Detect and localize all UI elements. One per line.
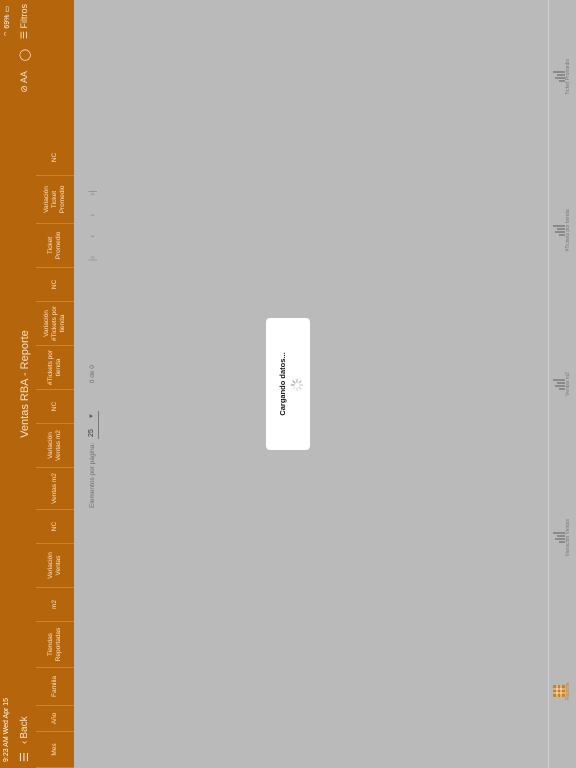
column-header[interactable]: Variación #Tickets por tienda (36, 302, 74, 346)
filter-list-icon: ☰ (18, 31, 29, 40)
tab-label: Reporte (565, 682, 571, 701)
loading-label: Cargando datos... (278, 352, 287, 416)
column-header[interactable]: Variación Ventas m2 (36, 424, 74, 468)
tab-label: #Tickets por tienda (565, 209, 571, 252)
tab-bar: Reporte Variación Ventas Ventas m2 #Tickets… (548, 0, 576, 768)
tab-label: Variación Ventas (565, 519, 571, 557)
status-time-date: 9:23 AM Wed Apr 15 (3, 697, 10, 762)
tab-item[interactable]: Reporte (549, 614, 576, 768)
table-header: Mes Año Familia Tiendas Reportadas m2 Variaci… (36, 0, 74, 768)
column-header[interactable]: NC (36, 268, 74, 302)
spinner-icon (290, 378, 304, 392)
column-header[interactable]: Tiendas Reportadas (36, 622, 74, 668)
eye-off-icon: ⊘ (18, 85, 29, 93)
column-header[interactable]: NC (36, 140, 74, 176)
battery-indicator: ⌔ 69% ▭ (3, 6, 12, 37)
per-page-label: Elementos por página: (88, 442, 96, 508)
status-bar: 9:23 AM Wed Apr 15 ⌔ 69% ▭ (0, 0, 14, 768)
next-page-icon[interactable]: › (87, 214, 97, 217)
font-size-button[interactable]: ⊘ AA (19, 71, 30, 93)
battery-percent: 69% (4, 14, 11, 29)
grid-icon (553, 685, 565, 698)
per-page-value: 25 (88, 429, 95, 437)
column-header[interactable]: NC (36, 510, 74, 544)
first-page-icon[interactable]: |‹ (87, 256, 97, 261)
filters-label: Filtros (18, 4, 29, 29)
column-header[interactable]: Ticket Promedio (36, 224, 74, 268)
column-header[interactable]: m2 (36, 588, 74, 622)
column-header[interactable]: Variación Ventas (36, 544, 74, 588)
tab-item[interactable]: #Tickets por tienda (549, 154, 576, 308)
column-header[interactable]: Año (36, 706, 74, 732)
column-header[interactable]: NC (36, 390, 74, 424)
loading-dialog: Cargando datos... (266, 318, 310, 450)
bar-chart-icon (553, 378, 565, 390)
tab-label: Ticket Promedio (565, 58, 571, 95)
prev-page-icon[interactable]: ‹ (87, 235, 97, 238)
battery-icon: ▭ (4, 6, 11, 13)
column-header[interactable]: Mes (36, 732, 74, 768)
column-header[interactable]: Variación Ticket Promedio (36, 176, 74, 224)
wifi-icon: ⌔ (4, 30, 11, 38)
bar-chart-icon (553, 532, 565, 544)
nav-bar: ☰ ‹ Back Ventas RBA - Reporte ⊘ AA ◯ ☰ F… (14, 0, 36, 768)
screen: 9:23 AM Wed Apr 15 ⌔ 69% ▭ ☰ ‹ Back Vent… (0, 0, 576, 768)
tab-item[interactable]: Variación Ventas (549, 461, 576, 615)
per-page-select[interactable]: 25 ▼ (85, 411, 99, 439)
page-range: 0 de 0 (88, 365, 96, 384)
filters-button[interactable]: ☰ Filtros (19, 4, 30, 39)
app-landscape: 9:23 AM Wed Apr 15 ⌔ 69% ▭ ☰ ‹ Back Vent… (0, 0, 576, 768)
column-header[interactable]: Familia (36, 668, 74, 706)
tab-item[interactable]: Ticket Promedio (549, 0, 576, 154)
last-page-icon[interactable]: ›| (87, 190, 97, 195)
font-size-label: AA (18, 71, 29, 84)
dropdown-caret-icon: ▼ (88, 413, 95, 420)
tab-item[interactable]: Ventas m2 (549, 307, 576, 461)
bar-chart-icon (553, 224, 565, 236)
column-header[interactable]: #Tickets por tienda (36, 346, 74, 390)
paginator: Elementos por página: 25 ▼ 0 de 0 |‹ ‹ ›… (84, 98, 100, 508)
refresh-icon[interactable]: ◯ (17, 48, 31, 62)
bar-chart-icon (553, 71, 565, 83)
content-area: Elementos por página: 25 ▼ 0 de 0 |‹ ‹ ›… (74, 0, 548, 768)
page-title: Ventas RBA - Reporte (19, 330, 31, 438)
column-header[interactable]: Ventas m2 (36, 468, 74, 510)
tab-label: Ventas m2 (565, 372, 571, 396)
